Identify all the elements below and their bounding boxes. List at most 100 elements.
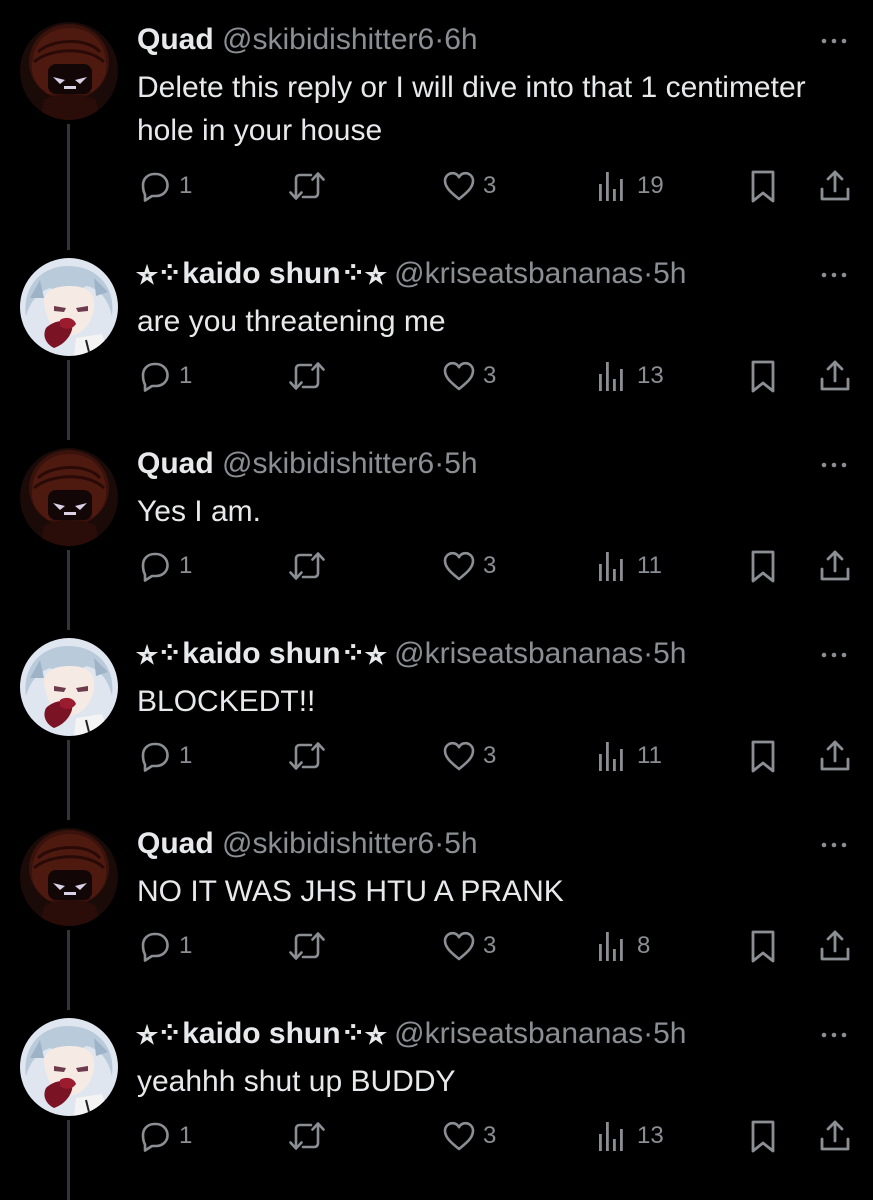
- like-button[interactable]: 3: [441, 358, 496, 394]
- reply-icon: [137, 168, 173, 204]
- tweet[interactable]: Quad @skibidishitter6·5h Yes I am. 1 3 1…: [0, 420, 873, 610]
- avatar[interactable]: [20, 638, 118, 736]
- tweet[interactable]: Quad @skibidishitter6·5h NO IT WAS JHS H…: [0, 800, 873, 990]
- more-options-icon[interactable]: [819, 460, 849, 470]
- avatar[interactable]: [20, 1018, 118, 1116]
- action-bar: 1 3 13: [137, 358, 853, 394]
- timestamp[interactable]: 6h: [444, 23, 477, 56]
- bookmark-icon: [745, 168, 781, 204]
- like-button[interactable]: 3: [441, 168, 496, 204]
- like-count: 3: [483, 172, 497, 199]
- display-name[interactable]: ⭐︎⁘kaido shun⁘⭐︎: [137, 637, 386, 670]
- views-button[interactable]: 13: [595, 1118, 664, 1154]
- bookmark-button[interactable]: [745, 548, 781, 584]
- user-handle[interactable]: @skibidishitter6: [222, 23, 434, 56]
- action-bar: 1 3 19: [137, 168, 853, 204]
- reply-button[interactable]: 1: [137, 358, 192, 394]
- share-button[interactable]: [817, 358, 853, 394]
- retweet-button[interactable]: [287, 168, 327, 204]
- timestamp[interactable]: 5h: [653, 637, 686, 670]
- views-button[interactable]: 19: [595, 168, 664, 204]
- retweet-button[interactable]: [287, 738, 327, 774]
- tweet-text: BLOCKEDT!!: [137, 685, 316, 718]
- timestamp[interactable]: 5h: [444, 827, 477, 860]
- tweet-text: NO IT WAS JHS HTU A PRANK: [137, 875, 564, 908]
- share-icon: [817, 358, 853, 394]
- user-handle[interactable]: @kriseatsbananas: [394, 1017, 643, 1050]
- more-options-icon[interactable]: [819, 650, 849, 660]
- more-options-icon[interactable]: [819, 1030, 849, 1040]
- more-options-icon[interactable]: [819, 270, 849, 280]
- share-icon: [817, 928, 853, 964]
- reply-button[interactable]: 1: [137, 548, 192, 584]
- tweet[interactable]: ⭐︎⁘kaido shun⁘⭐︎ @kriseatsbananas·5h yea…: [0, 990, 873, 1180]
- timestamp[interactable]: 5h: [653, 257, 686, 290]
- reply-button[interactable]: 1: [137, 928, 192, 964]
- view-count: 13: [637, 1122, 664, 1149]
- tweet-header: ⭐︎⁘kaido shun⁘⭐︎ @kriseatsbananas·5h: [137, 256, 793, 292]
- reply-count: 1: [179, 742, 193, 769]
- bookmark-button[interactable]: [745, 928, 781, 964]
- like-button[interactable]: 3: [441, 928, 496, 964]
- display-name[interactable]: Quad: [137, 827, 214, 860]
- retweet-button[interactable]: [287, 358, 327, 394]
- avatar[interactable]: [20, 258, 118, 356]
- heart-icon: [441, 928, 477, 964]
- share-button[interactable]: [817, 168, 853, 204]
- retweet-button[interactable]: [287, 548, 327, 584]
- timestamp[interactable]: 5h: [653, 1017, 686, 1050]
- bookmark-button[interactable]: [745, 168, 781, 204]
- reply-icon: [137, 1118, 173, 1154]
- reply-count: 1: [179, 552, 193, 579]
- reply-count: 1: [179, 932, 193, 959]
- reply-icon: [137, 928, 173, 964]
- retweet-button[interactable]: [287, 928, 327, 964]
- like-count: 3: [483, 1122, 497, 1149]
- tweet[interactable]: Quad @skibidishitter6·6h Delete this rep…: [0, 0, 873, 190]
- white-haired-anime-avatar-icon: [20, 638, 118, 736]
- like-button[interactable]: 3: [441, 1118, 496, 1154]
- bookmark-icon: [745, 928, 781, 964]
- separator: ·: [434, 23, 445, 56]
- user-handle[interactable]: @skibidishitter6: [222, 447, 434, 480]
- display-name[interactable]: Quad: [137, 23, 214, 56]
- views-button[interactable]: 11: [595, 548, 662, 584]
- reply-button[interactable]: 1: [137, 1118, 192, 1154]
- views-button[interactable]: 8: [595, 928, 650, 964]
- more-options-icon[interactable]: [819, 36, 849, 46]
- share-button[interactable]: [817, 548, 853, 584]
- user-handle[interactable]: @skibidishitter6: [222, 827, 434, 860]
- timestamp[interactable]: 5h: [444, 447, 477, 480]
- display-name[interactable]: ⭐︎⁘kaido shun⁘⭐︎: [137, 1017, 386, 1050]
- like-count: 3: [483, 742, 497, 769]
- display-name[interactable]: ⭐︎⁘kaido shun⁘⭐︎: [137, 257, 386, 290]
- avatar[interactable]: [20, 448, 118, 546]
- retweet-button[interactable]: [287, 1118, 327, 1154]
- avatar[interactable]: [20, 22, 118, 120]
- heart-icon: [441, 548, 477, 584]
- bookmark-button[interactable]: [745, 1118, 781, 1154]
- share-button[interactable]: [817, 1118, 853, 1154]
- bookmark-button[interactable]: [745, 358, 781, 394]
- views-icon: [595, 168, 631, 204]
- share-button[interactable]: [817, 928, 853, 964]
- dark-hooded-character-avatar-icon: [20, 22, 118, 120]
- tweet[interactable]: ⭐︎⁘kaido shun⁘⭐︎ @kriseatsbananas·5h BLO…: [0, 610, 873, 800]
- display-name[interactable]: Quad: [137, 447, 214, 480]
- views-button[interactable]: 13: [595, 358, 664, 394]
- like-button[interactable]: 3: [441, 548, 496, 584]
- reply-button[interactable]: 1: [137, 168, 192, 204]
- user-handle[interactable]: @kriseatsbananas: [394, 257, 643, 290]
- tweet-header: Quad @skibidishitter6·6h: [137, 22, 793, 58]
- more-options-icon[interactable]: [819, 840, 849, 850]
- views-button[interactable]: 11: [595, 738, 662, 774]
- like-button[interactable]: 3: [441, 738, 496, 774]
- tweet[interactable]: ⭐︎⁘kaido shun⁘⭐︎ @kriseatsbananas·5h are…: [0, 230, 873, 420]
- avatar[interactable]: [20, 828, 118, 926]
- share-button[interactable]: [817, 738, 853, 774]
- user-handle[interactable]: @kriseatsbananas: [394, 637, 643, 670]
- tweet-header: ⭐︎⁘kaido shun⁘⭐︎ @kriseatsbananas·5h: [137, 636, 793, 672]
- reply-button[interactable]: 1: [137, 738, 192, 774]
- tweet-text: yeahhh shut up BUDDY: [137, 1065, 456, 1098]
- bookmark-button[interactable]: [745, 738, 781, 774]
